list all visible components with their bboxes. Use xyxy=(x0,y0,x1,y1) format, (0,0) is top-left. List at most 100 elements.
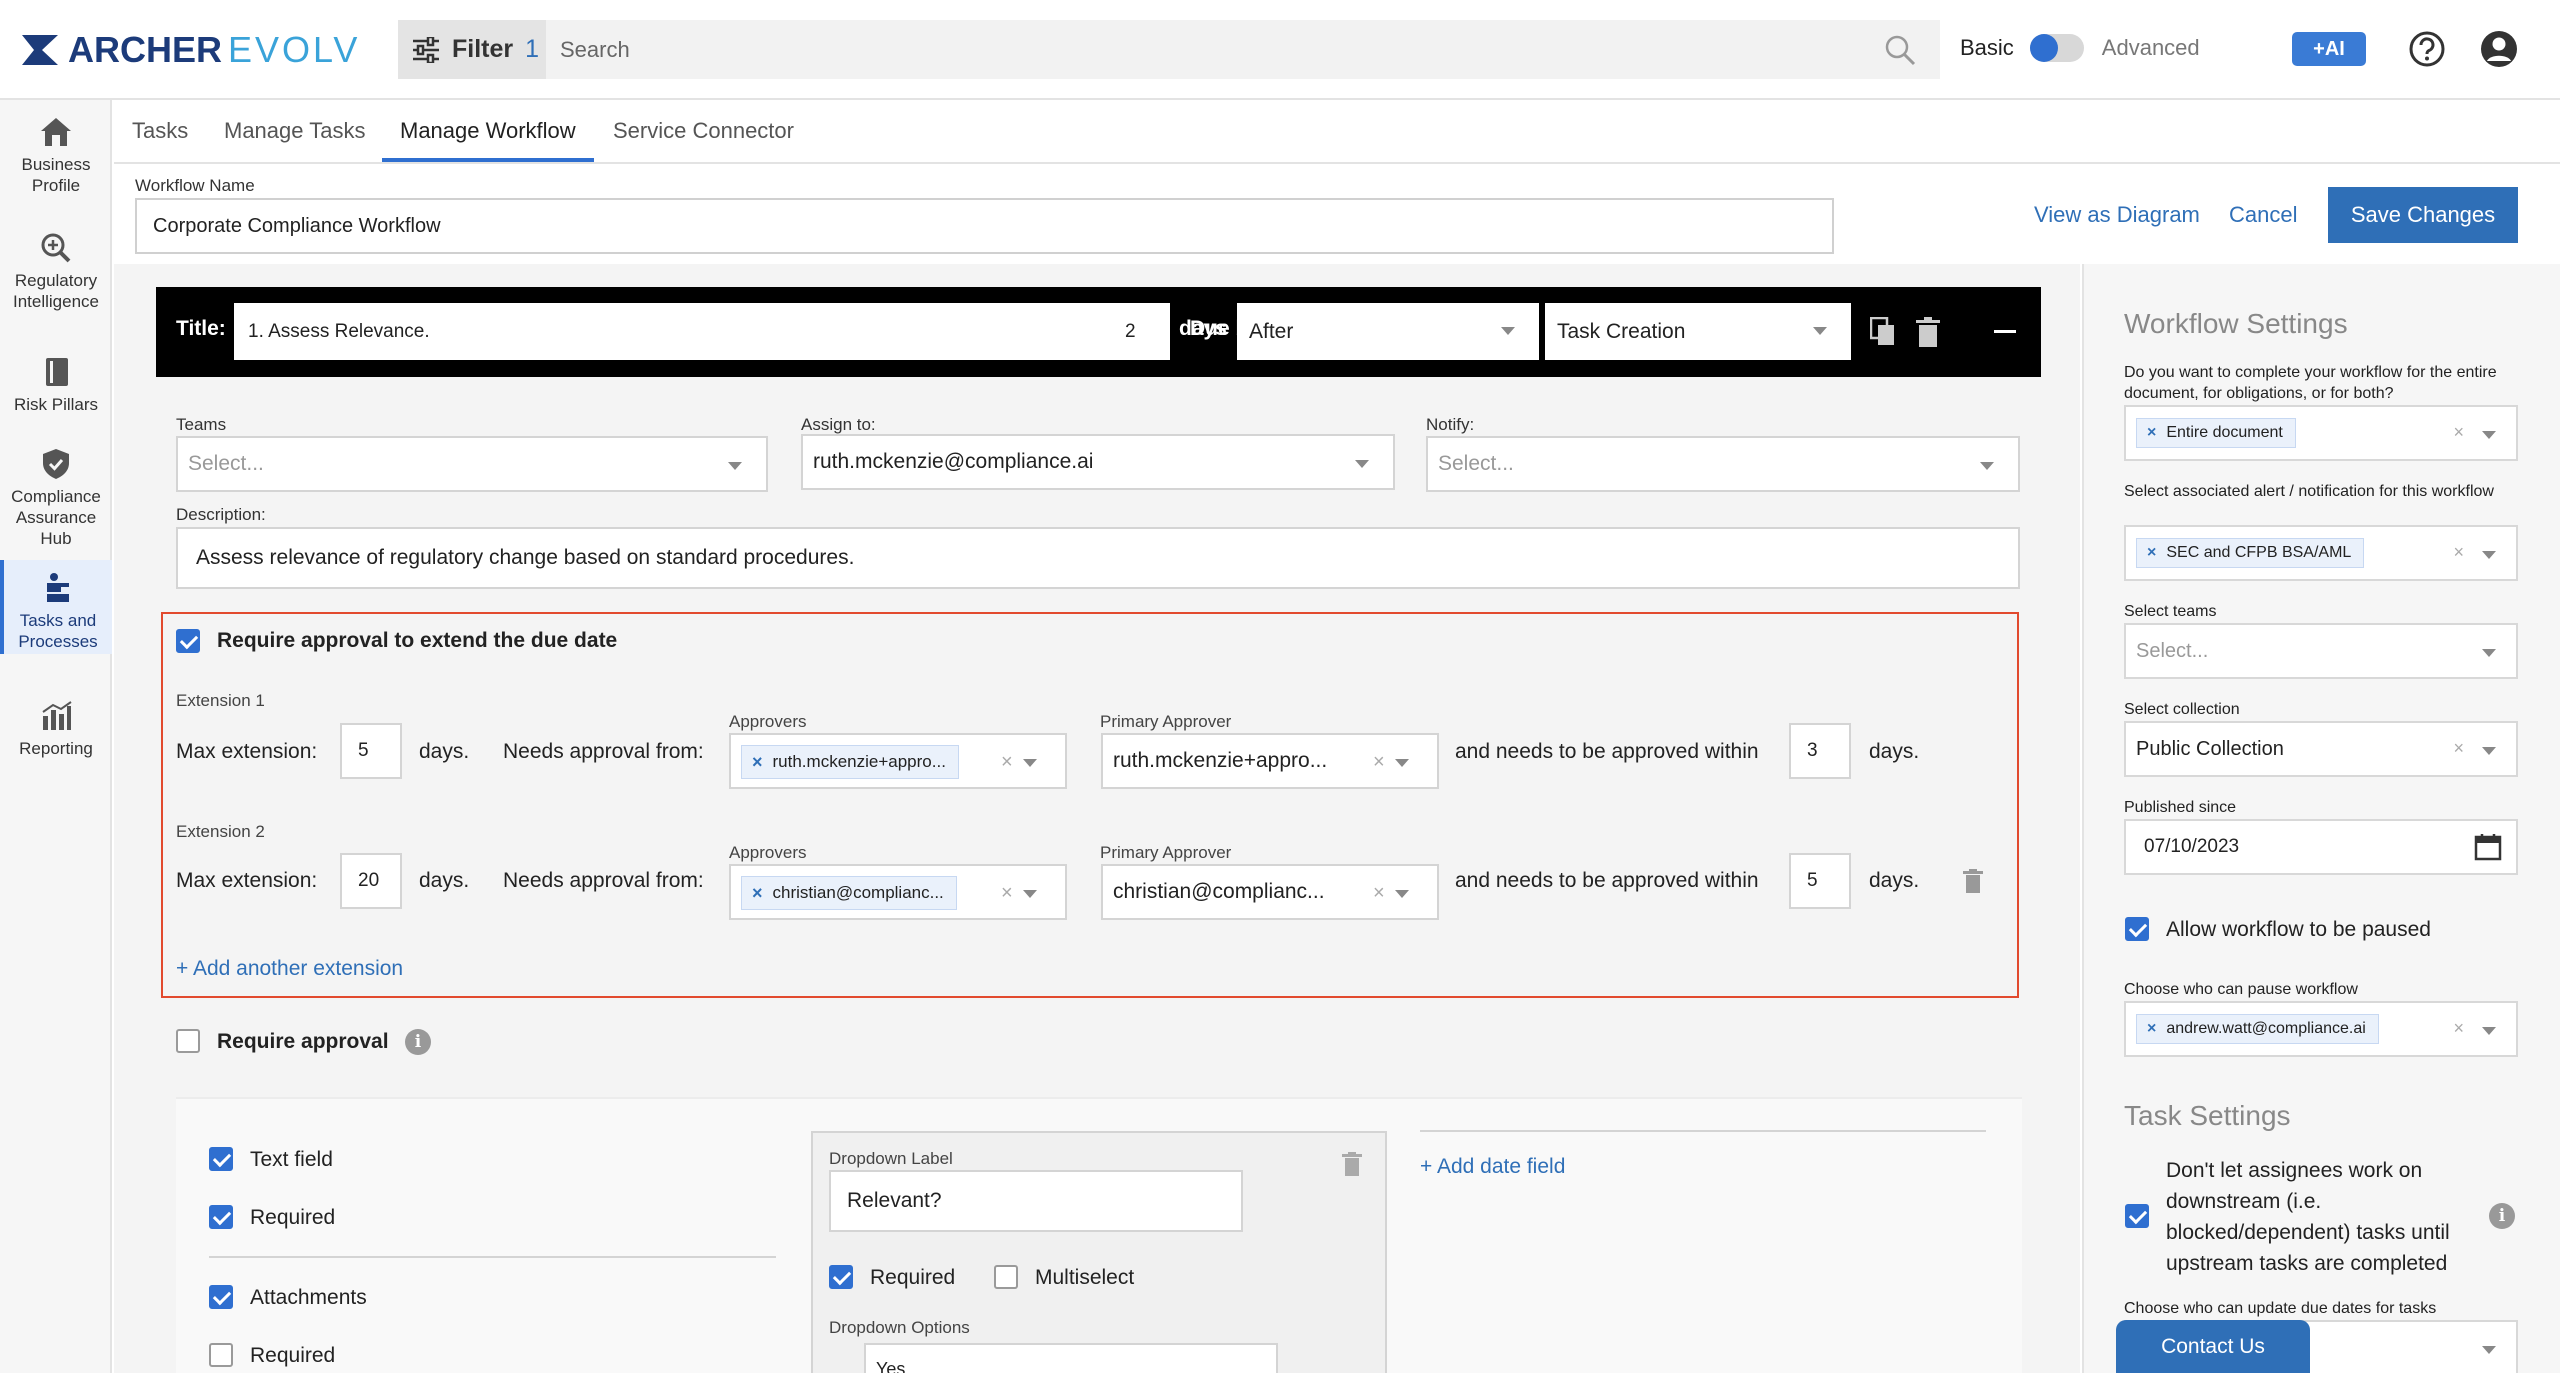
sidebar-item-regulatory-intelligence[interactable]: Regulatory Intelligence xyxy=(0,232,112,312)
attachments-required-label: Required xyxy=(250,1344,336,1367)
chevron-down-icon xyxy=(1355,460,1369,468)
cancel-button[interactable]: Cancel xyxy=(2229,202,2297,228)
remove-chip-icon[interactable]: × xyxy=(752,883,763,904)
search-input[interactable]: Search xyxy=(546,20,1940,79)
delete-dropdown-icon[interactable] xyxy=(1342,1152,1362,1176)
teams-select[interactable]: Select... xyxy=(176,436,768,492)
collapse-icon[interactable] xyxy=(1994,329,2018,335)
help-icon[interactable] xyxy=(2408,30,2446,68)
contact-us-button[interactable]: Contact Us xyxy=(2116,1320,2310,1373)
days-label: days. xyxy=(419,740,470,763)
tab-manage-tasks[interactable]: Manage Tasks xyxy=(224,118,365,144)
max-extension-input[interactable]: 20 xyxy=(340,853,402,909)
task-header-bar: Title: 1. Assess Relevance. Due by: 2 Af… xyxy=(156,287,2041,377)
info-icon[interactable]: i xyxy=(2489,1203,2515,1229)
max-extension-input[interactable]: 5 xyxy=(340,723,402,779)
due-days-input[interactable]: 2 xyxy=(1115,303,1167,360)
copy-icon[interactable] xyxy=(1870,317,1896,347)
tab-service-connector[interactable]: Service Connector xyxy=(613,118,794,144)
clear-icon[interactable]: × xyxy=(2453,422,2464,443)
complete-scope-label: Do you want to complete your workflow fo… xyxy=(2124,364,2497,402)
description-input[interactable]: Assess relevance of regulatory change ba… xyxy=(176,527,2020,589)
sidebar-item-risk-pillars[interactable]: Risk Pillars xyxy=(0,356,112,415)
downstream-label: Don't let assignees work on downstream (… xyxy=(2166,1159,2450,1275)
approval-within-input[interactable]: 5 xyxy=(1789,853,1851,909)
attachments-checkbox[interactable] xyxy=(209,1285,233,1309)
mode-toggle[interactable] xyxy=(2029,34,2084,62)
clear-icon[interactable]: × xyxy=(1373,882,1385,905)
clear-icon[interactable]: × xyxy=(2453,542,2464,563)
search-icon[interactable] xyxy=(1884,34,1916,66)
collection-select[interactable]: Public Collection × xyxy=(2124,721,2518,777)
due-relation-select[interactable]: After xyxy=(1237,303,1539,360)
clear-icon[interactable]: × xyxy=(2453,738,2464,759)
filter-button[interactable]: Filter 1 xyxy=(398,20,546,79)
calendar-icon[interactable] xyxy=(2474,833,2502,861)
chevron-down-icon xyxy=(1980,462,1994,470)
chevron-down-icon xyxy=(2482,649,2496,657)
approvers-select[interactable]: × christian@complianc... × xyxy=(729,864,1067,920)
delete-extension-icon[interactable] xyxy=(1963,869,1983,893)
clear-icon[interactable]: × xyxy=(2453,1018,2464,1039)
tab-tasks[interactable]: Tasks xyxy=(132,118,188,144)
complete-scope-select[interactable]: × Entire document × xyxy=(2124,405,2518,461)
remove-chip-icon[interactable]: × xyxy=(752,752,763,773)
add-date-field-link[interactable]: + Add date field xyxy=(1420,1155,1565,1179)
task-title-input[interactable]: 1. Assess Relevance. xyxy=(234,303,1170,360)
due-days-label: days xyxy=(1179,317,1227,340)
max-extension-label: Max extension: xyxy=(176,869,318,892)
chevron-down-icon xyxy=(1023,759,1037,767)
archer-evolv-logo[interactable]: ARCHER EVOLV xyxy=(22,29,361,70)
alert-select[interactable]: × SEC and CFPB BSA/AML × xyxy=(2124,525,2518,581)
allow-pause-checkbox[interactable] xyxy=(2125,917,2149,941)
pause-who-label: Choose who can pause workflow xyxy=(2124,981,2358,998)
clear-icon[interactable]: × xyxy=(1373,751,1385,774)
notify-select[interactable]: Select... xyxy=(1426,436,2020,492)
dropdown-required-checkbox[interactable] xyxy=(829,1265,853,1289)
require-approval-checkbox[interactable] xyxy=(176,1029,200,1053)
delete-task-icon[interactable] xyxy=(1916,317,1940,347)
chevron-down-icon xyxy=(728,462,742,470)
workflow-name-input[interactable]: Corporate Compliance Workflow xyxy=(135,198,1834,254)
teams-label: Teams xyxy=(176,415,227,434)
remove-chip-icon[interactable]: × xyxy=(2147,1020,2156,1038)
downstream-checkbox[interactable] xyxy=(2125,1204,2149,1228)
ai-button[interactable]: +AI xyxy=(2292,32,2366,66)
days-label: days. xyxy=(1869,740,1920,763)
multiselect-checkbox[interactable] xyxy=(994,1265,1018,1289)
due-event-select[interactable]: Task Creation xyxy=(1545,303,1851,360)
due-event-value: Task Creation xyxy=(1557,319,1686,343)
logo-evolv-text: EVOLV xyxy=(228,29,361,70)
sidebar-item-compliance-assurance-hub[interactable]: Compliance Assurance Hub xyxy=(0,448,112,549)
text-field-required-checkbox[interactable] xyxy=(209,1205,233,1229)
add-another-extension-link[interactable]: + Add another extension xyxy=(176,957,403,981)
pause-who-select[interactable]: × andrew.watt@compliance.ai × xyxy=(2124,1001,2518,1057)
dropdown-option-input[interactable]: Yes xyxy=(864,1343,1278,1373)
sidebar-item-reporting[interactable]: Reporting xyxy=(0,700,112,759)
info-icon[interactable]: i xyxy=(405,1029,431,1055)
attachments-required-checkbox[interactable] xyxy=(209,1343,233,1367)
user-account-icon[interactable] xyxy=(2480,30,2518,68)
text-field-checkbox[interactable] xyxy=(209,1147,233,1171)
house-icon xyxy=(41,118,71,146)
published-since-input[interactable]: 07/10/2023 xyxy=(2124,819,2518,875)
sidebar-item-label: Reporting xyxy=(19,739,93,758)
primary-approver-select[interactable]: ruth.mckenzie+appro... × xyxy=(1101,733,1439,789)
require-extension-approval-checkbox[interactable] xyxy=(176,629,200,653)
clear-icon[interactable]: × xyxy=(1001,751,1013,774)
clear-icon[interactable]: × xyxy=(1001,882,1013,905)
save-changes-button[interactable]: Save Changes xyxy=(2328,187,2518,243)
primary-approver-select[interactable]: christian@complianc... × xyxy=(1101,864,1439,920)
settings-teams-select[interactable]: Select... xyxy=(2124,623,2518,679)
dropdown-label-input[interactable]: Relevant? xyxy=(829,1170,1243,1232)
view-as-diagram-link[interactable]: View as Diagram xyxy=(2034,202,2200,228)
approval-within-input[interactable]: 3 xyxy=(1789,723,1851,779)
remove-chip-icon[interactable]: × xyxy=(2147,424,2156,442)
active-tab-indicator xyxy=(382,158,594,162)
assign-to-select[interactable]: ruth.mckenzie@compliance.ai xyxy=(801,434,1395,490)
tab-manage-workflow[interactable]: Manage Workflow xyxy=(400,118,576,144)
remove-chip-icon[interactable]: × xyxy=(2147,544,2156,562)
approvers-select[interactable]: × ruth.mckenzie+appro... × xyxy=(729,733,1067,789)
sidebar-item-tasks-and-processes[interactable]: Tasks and Processes xyxy=(0,560,112,654)
sidebar-item-business-profile[interactable]: Business Profile xyxy=(0,116,112,196)
